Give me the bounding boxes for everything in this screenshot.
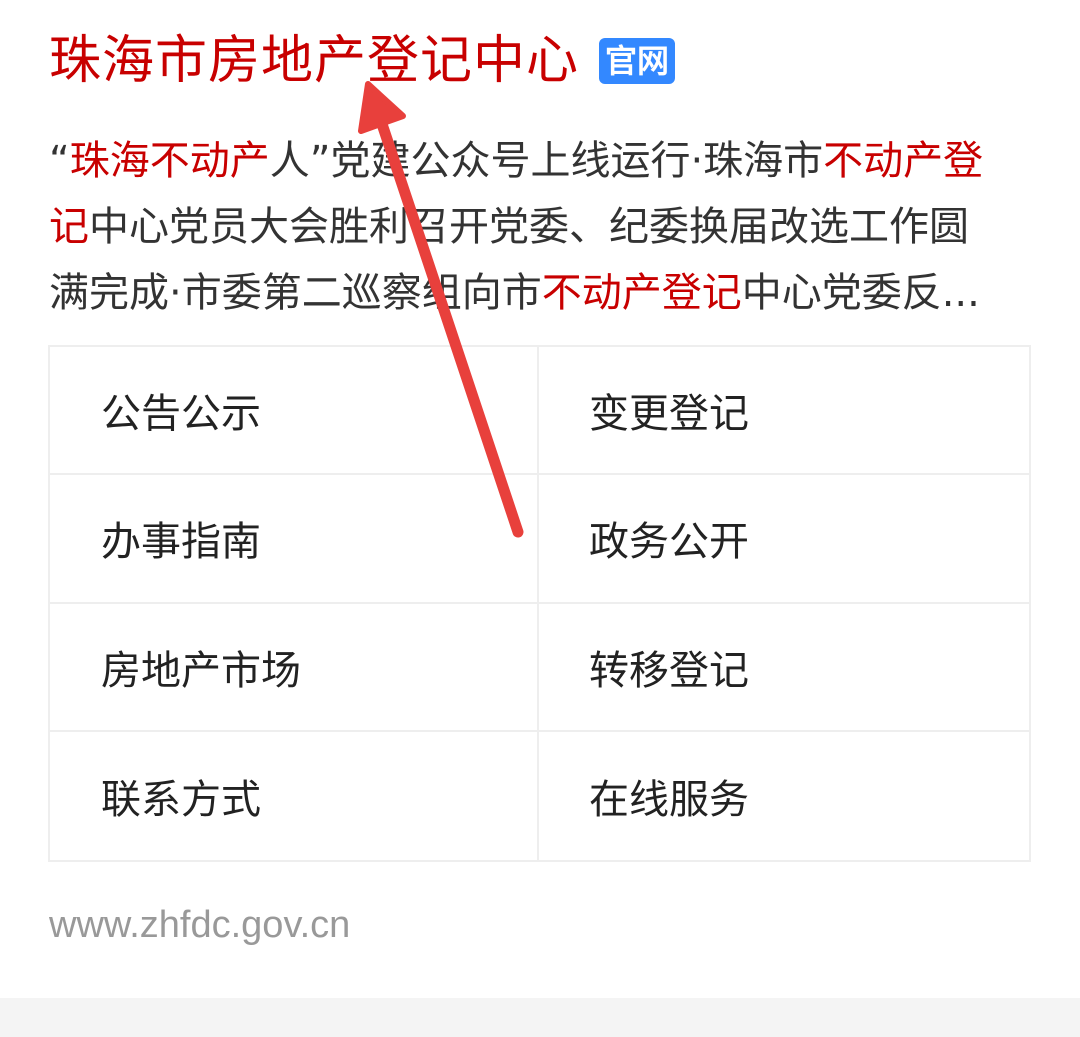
sitelink-real-estate-market[interactable]: 房地产市场	[50, 603, 539, 732]
snippet-highlight: 珠海不动产	[69, 138, 270, 184]
sitelinks-grid: 公告公示 变更登记 办事指南 政务公开 房地产市场 转移登记 联系方式 在线服务	[48, 345, 1031, 862]
snippet-highlight: 不动产登记	[541, 270, 742, 316]
snippet-line-3: 满完成·市委第二巡察组向市不动产登记中心党委反...	[49, 260, 1009, 326]
page-footer-band	[0, 998, 1080, 1037]
sitelink-service-guide[interactable]: 办事指南	[50, 475, 539, 604]
sitelink-transfer-registration[interactable]: 转移登记	[539, 604, 1029, 732]
sitelink-announcements[interactable]: 公告公示	[50, 347, 539, 476]
result-title-row: 珠海市房地产登记中心 官网	[49, 28, 676, 94]
snippet-text: 满完成·市委第二巡察组向市	[49, 270, 542, 316]
snippet-text: 人”党建公众号上线运行·珠海市	[269, 138, 824, 184]
official-site-badge: 官网	[599, 38, 676, 84]
sitelink-government-affairs[interactable]: 政务公开	[539, 475, 1029, 604]
snippet-highlight: 记	[49, 204, 89, 250]
snippet-text: 中心党员大会胜利召开党委、纪委换届改选工作圆	[89, 204, 969, 250]
snippet-line-2: 记中心党员大会胜利召开党委、纪委换届改选工作圆	[49, 194, 1009, 260]
result-snippet: “珠海不动产人”党建公众号上线运行·珠海市不动产登 记中心党员大会胜利召开党委、…	[49, 128, 1009, 326]
sitelink-online-services[interactable]: 在线服务	[539, 732, 1029, 860]
snippet-highlight: 不动产登	[823, 138, 984, 184]
sitelink-change-registration[interactable]: 变更登记	[539, 347, 1029, 476]
snippet-text: 中心党委反...	[741, 270, 980, 316]
sitelink-contact[interactable]: 联系方式	[50, 731, 539, 860]
result-url[interactable]: www.zhfdc.gov.cn	[49, 904, 350, 947]
search-result-card: 珠海市房地产登记中心 官网 “珠海不动产人”党建公众号上线运行·珠海市不动产登 …	[0, 0, 1080, 998]
result-title-link[interactable]: 珠海市房地产登记中心	[49, 28, 579, 94]
snippet-line-1: “珠海不动产人”党建公众号上线运行·珠海市不动产登	[49, 128, 1009, 194]
snippet-text: “	[49, 138, 70, 184]
